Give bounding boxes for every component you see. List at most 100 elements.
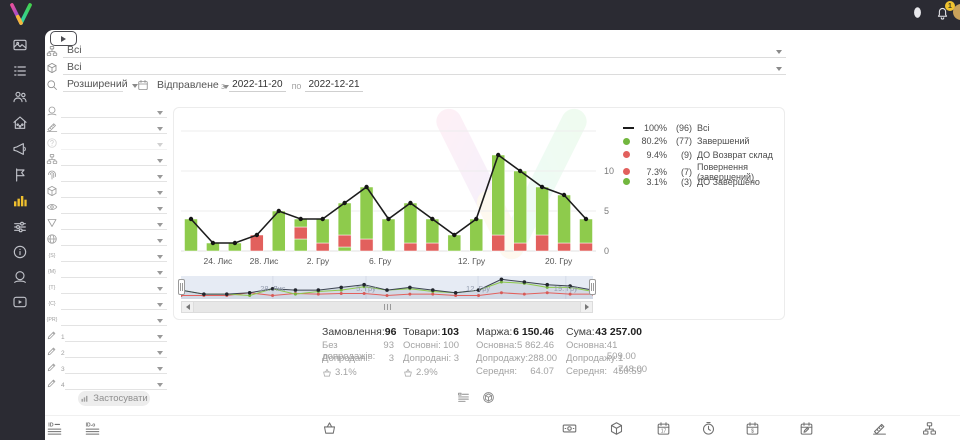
card-icon: [12, 37, 28, 53]
legend-dot-marker: [623, 138, 630, 145]
filter-dropdown[interactable]: [61, 249, 167, 262]
legend-count: (77): [671, 136, 697, 146]
svg-text:$: $: [751, 429, 754, 435]
navigator-scrollbar: [181, 301, 593, 313]
filter-dropdown[interactable]: [61, 121, 167, 134]
filter-row-br-s: {S}: [45, 246, 167, 262]
date-type-dropdown[interactable]: Відправлене: [153, 79, 215, 92]
chart-legend: 100%(96)Всі80.2%(77)Завершений9.4%(9)ДО …: [623, 121, 784, 189]
filter-dropdown[interactable]: [65, 361, 167, 374]
date-from-input[interactable]: 2022-11-20: [229, 79, 285, 92]
question-icon: [46, 137, 58, 149]
toolbar-icon-money[interactable]: [562, 421, 577, 436]
chevron-down-icon: [157, 319, 163, 323]
scroll-thumb[interactable]: [194, 302, 580, 312]
stat-row: Допродані:3: [403, 353, 459, 366]
toolbar-icon-basket[interactable]: [322, 421, 337, 436]
toolbar-icon-cal-pencil[interactable]: [799, 421, 814, 436]
filter-row-tree: [45, 150, 167, 166]
filter-dropdown[interactable]: [61, 169, 167, 182]
date-type-value: Відправлене: [157, 79, 219, 91]
toolbar-icon-id-o[interactable]: ID-o: [85, 421, 100, 436]
sidebar-item-card[interactable]: [12, 37, 28, 53]
sidebar-item-list[interactable]: [12, 63, 28, 79]
sidebar-item-video[interactable]: [12, 294, 28, 310]
apply-button[interactable]: Застосувати: [78, 391, 150, 406]
avatar-partial[interactable]: [953, 4, 960, 20]
svg-text:{C}: {C}: [48, 301, 56, 307]
scroll-track[interactable]: [194, 302, 580, 312]
toolbar-icon-cube[interactable]: [609, 421, 624, 436]
toolbar-icon-id-list[interactable]: ID: [47, 421, 62, 436]
sidebar-item-home[interactable]: [12, 115, 28, 131]
toolbar-icon-cal-17[interactable]: 17: [656, 421, 671, 436]
play-icon: [61, 36, 66, 42]
legend-item[interactable]: 3.1%(3)ДО Завершено: [623, 175, 784, 189]
pencil-3-icon: [46, 361, 58, 373]
filter-dropdown[interactable]: [61, 297, 167, 310]
legend-count: (3): [671, 177, 697, 187]
category-filter-field[interactable]: Всі: [63, 44, 786, 58]
chevron-down-icon: [157, 239, 163, 243]
filter-dropdown[interactable]: [61, 233, 167, 246]
filter-dropdown[interactable]: [61, 185, 167, 198]
app-logo[interactable]: [8, 3, 34, 25]
filter-dropdown[interactable]: [65, 329, 167, 342]
sidebar-item-info[interactable]: [12, 244, 28, 260]
legend-label: Завершений: [697, 136, 784, 146]
pencil-4-icon: [46, 377, 58, 389]
sidebar-item-globe[interactable]: [12, 269, 28, 285]
legend-item[interactable]: 7.3%(7)Повернення (завершений): [623, 162, 784, 176]
toolbar-icon-ruler[interactable]: [872, 421, 887, 436]
navigator-handle-left[interactable]: [178, 279, 185, 295]
basket-icon: [403, 368, 413, 378]
filter-dropdown[interactable]: [61, 105, 167, 118]
search-mode-dropdown[interactable]: Розширений: [63, 78, 123, 92]
toolbar-icon-cal-dollar[interactable]: $: [745, 421, 760, 436]
legend-item[interactable]: 100%(96)Всі: [623, 121, 784, 135]
legend-count: (9): [671, 150, 697, 160]
svg-text:19. Гру: 19. Гру: [554, 284, 578, 293]
stats-column: Замовлення:96Без допродажів:93Допродані:…: [322, 326, 394, 379]
chevron-down-icon: [157, 111, 163, 115]
chevron-down-icon: [157, 159, 163, 163]
navigator-handle-right[interactable]: [589, 279, 596, 295]
filter-dropdown[interactable]: [61, 217, 167, 230]
filter-dropdown[interactable]: [65, 377, 167, 390]
scroll-right-button[interactable]: [580, 302, 592, 312]
chart-navigator[interactable]: 28. Лис5. Гру12. Гру19. Гру: [181, 276, 593, 299]
date-to-input[interactable]: 2022-12-21: [305, 79, 362, 92]
sidebar-item-sliders[interactable]: [12, 219, 28, 235]
filter-dropdown[interactable]: [61, 153, 167, 166]
chevron-down-icon: [157, 191, 163, 195]
bottom-toolbar: ID ID-o 17 $: [45, 415, 960, 440]
legend-item[interactable]: 80.2%(77)Завершений: [623, 135, 784, 149]
filter-row-br-t: {T}: [45, 278, 167, 294]
toolbar-icon-clock[interactable]: [701, 421, 716, 436]
filter-dropdown[interactable]: [61, 137, 167, 150]
filter-dropdown[interactable]: [61, 281, 167, 294]
profile-icon[interactable]: [910, 5, 925, 20]
toolbar-icon-tree[interactable]: [922, 421, 937, 436]
filter-dropdown[interactable]: [61, 265, 167, 278]
filter-dropdown[interactable]: [61, 313, 167, 326]
sidebar-item-flag[interactable]: [12, 167, 28, 183]
filter-row-br-m: {M}: [45, 262, 167, 278]
category-filter-value: Всі: [67, 44, 772, 56]
sidebar-item-users[interactable]: [12, 89, 28, 105]
svg-text:2. Гру: 2. Гру: [307, 256, 330, 266]
sidebar-item-megaphone[interactable]: [12, 141, 28, 157]
stat-row: Допродажу:288.00: [476, 353, 554, 366]
product-filter-field[interactable]: Всі: [63, 61, 786, 75]
svg-text:20. Гру: 20. Гру: [545, 256, 573, 266]
scroll-left-button[interactable]: [182, 302, 194, 312]
notifications-bell[interactable]: 1: [935, 5, 950, 20]
svg-text:17: 17: [661, 429, 667, 435]
br-t-icon: {T}: [46, 281, 58, 293]
sidebar-item-chart[interactable]: [12, 193, 28, 209]
filter-dropdown[interactable]: [61, 201, 167, 214]
view-toggle-product[interactable]: [482, 391, 495, 404]
filter-dropdown[interactable]: [65, 345, 167, 358]
legend-item[interactable]: 9.4%(9)ДО Возврат склад: [623, 148, 784, 162]
view-toggle-list[interactable]: [457, 391, 470, 404]
